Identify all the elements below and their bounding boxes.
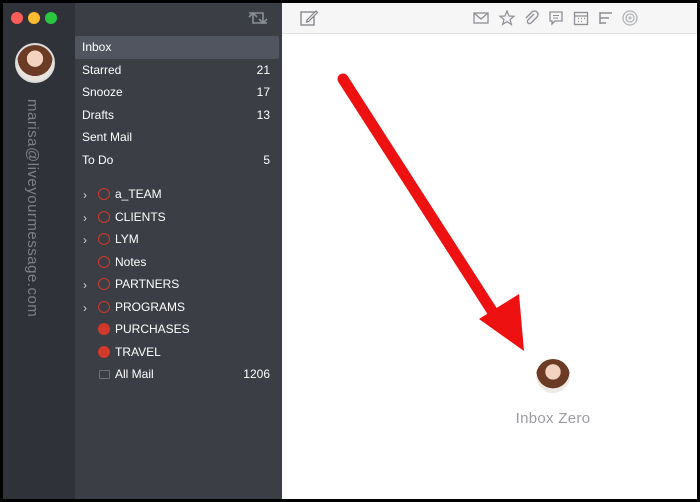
label-ring-icon — [98, 256, 110, 268]
label-name: Notes — [115, 255, 146, 269]
inbox-zero-message: Inbox Zero — [492, 410, 614, 427]
mail-app-window: marisa@liveyourmessage.com Inbox Starred… — [3, 3, 697, 499]
account-avatar[interactable] — [15, 43, 55, 83]
folder-count: 5 — [263, 153, 270, 167]
label-ring-icon — [98, 301, 110, 313]
folder-count: 13 — [257, 108, 270, 122]
label-ring-icon — [98, 188, 110, 200]
paperclip-icon[interactable] — [522, 9, 540, 27]
account-email: marisa@liveyourmessage.com — [24, 99, 41, 317]
label-all-mail[interactable]: All Mail 1206 — [75, 363, 282, 386]
folder-count: 21 — [257, 63, 270, 77]
toolbar — [282, 3, 697, 34]
calendar-icon[interactable] — [572, 9, 590, 27]
folder-label: Drafts — [82, 108, 114, 122]
label-partners[interactable]: › PARTNERS — [75, 273, 282, 296]
folder-to-do[interactable]: To Do 5 — [75, 149, 282, 172]
label-ring-icon — [98, 211, 110, 223]
label-name: PURCHASES — [115, 322, 190, 336]
list-icon[interactable] — [597, 9, 615, 27]
folder-label: Starred — [82, 63, 121, 77]
label-name: a_TEAM — [115, 187, 162, 201]
folder-label: Snooze — [82, 85, 123, 99]
label-count: 1206 — [243, 367, 270, 381]
sync-icon[interactable] — [245, 7, 271, 29]
folder-gap — [75, 171, 282, 183]
target-icon[interactable] — [621, 9, 639, 27]
label-dot-icon — [98, 346, 110, 358]
label-ring-icon — [98, 278, 110, 290]
folder-label: Inbox — [82, 40, 111, 54]
folder-inbox[interactable]: Inbox — [75, 36, 279, 59]
label-name: TRAVEL — [115, 345, 161, 359]
folder-count: 17 — [257, 85, 270, 99]
folder-label: To Do — [82, 153, 113, 167]
folder-snooze[interactable]: Snooze 17 — [75, 81, 282, 104]
minimize-window-button[interactable] — [28, 12, 40, 24]
label-a-team[interactable]: › a_TEAM — [75, 183, 282, 206]
star-icon[interactable] — [498, 9, 516, 27]
label-name: PARTNERS — [115, 277, 179, 291]
mail-icon[interactable] — [472, 9, 490, 27]
archive-box-icon — [99, 370, 110, 379]
compose-icon[interactable] — [299, 8, 319, 28]
folder-starred[interactable]: Starred 21 — [75, 59, 282, 82]
label-notes[interactable]: Notes — [75, 251, 282, 274]
folder-list: Inbox Starred 21 Snooze 17 Drafts 13 Sen… — [75, 36, 282, 386]
folder-label: Sent Mail — [82, 130, 132, 144]
label-travel[interactable]: TRAVEL — [75, 341, 282, 364]
close-window-button[interactable] — [11, 12, 23, 24]
account-strip: marisa@liveyourmessage.com — [3, 3, 75, 499]
label-ring-icon — [98, 233, 110, 245]
inbox-zero-avatar — [536, 359, 570, 393]
label-programs[interactable]: › PROGRAMS — [75, 296, 282, 319]
label-name: All Mail — [115, 367, 154, 381]
chevron-right-icon[interactable]: › — [83, 301, 87, 315]
message-pane: Inbox Zero — [282, 3, 697, 499]
label-clients[interactable]: › CLIENTS — [75, 206, 282, 229]
chevron-right-icon[interactable]: › — [83, 278, 87, 292]
label-dot-icon — [98, 323, 110, 335]
speech-bubble-icon[interactable] — [547, 9, 565, 27]
chevron-right-icon[interactable]: › — [83, 211, 87, 225]
maximize-window-button[interactable] — [45, 12, 57, 24]
chevron-right-icon[interactable]: › — [83, 188, 87, 202]
label-name: LYM — [115, 232, 139, 246]
folder-drafts[interactable]: Drafts 13 — [75, 104, 282, 127]
label-lym[interactable]: › LYM — [75, 228, 282, 251]
folder-sidebar: Inbox Starred 21 Snooze 17 Drafts 13 Sen… — [75, 3, 282, 499]
folder-sent-mail[interactable]: Sent Mail — [75, 126, 282, 149]
chevron-right-icon[interactable]: › — [83, 233, 87, 247]
label-name: CLIENTS — [115, 210, 166, 224]
label-name: PROGRAMS — [115, 300, 185, 314]
label-purchases[interactable]: PURCHASES — [75, 318, 282, 341]
